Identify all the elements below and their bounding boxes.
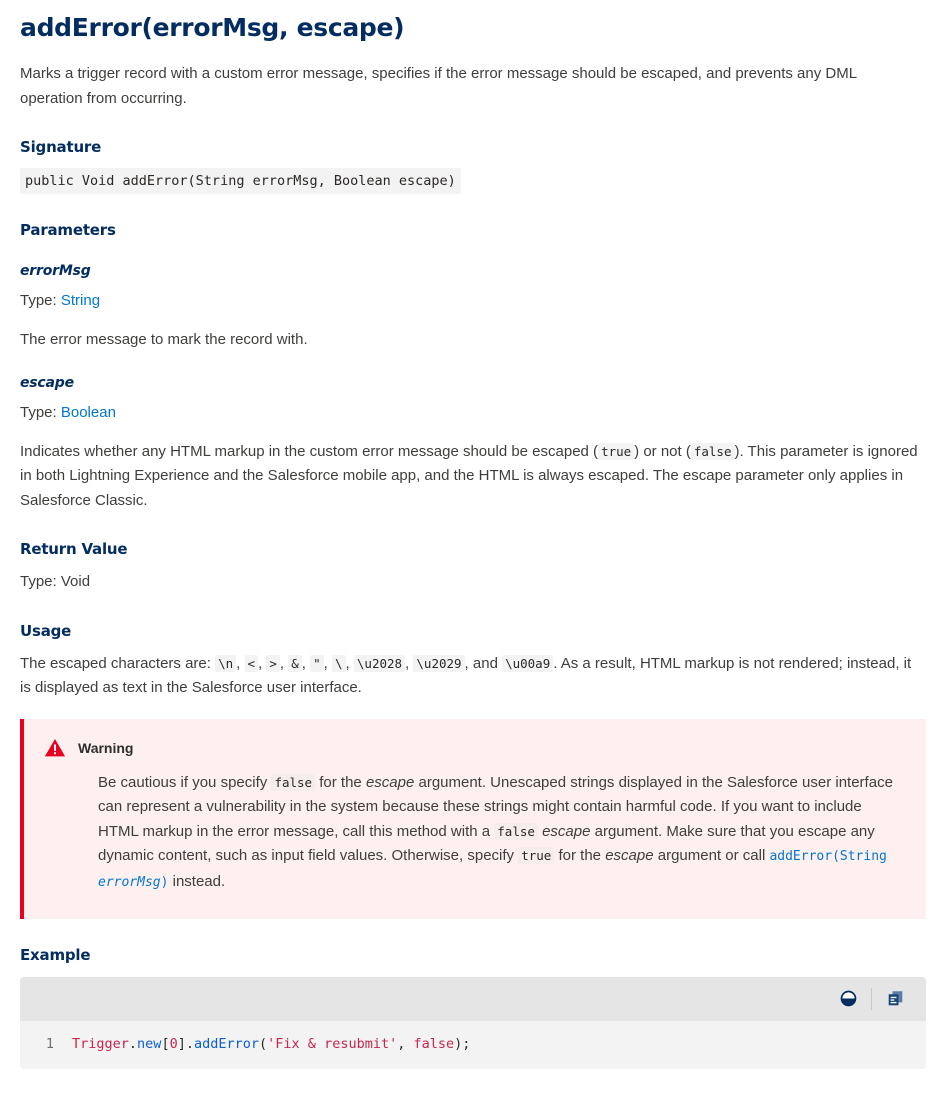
inline-code-escaped-char: \u2029	[413, 654, 465, 672]
list-separator: ,	[236, 654, 245, 672]
usage-paragraph: The escaped characters are: \n, <, >, &,…	[20, 652, 920, 701]
parameter-name-escape: escape	[20, 375, 74, 391]
link-text-a: addError(String	[769, 849, 887, 864]
toolbar-divider	[871, 987, 872, 1010]
parameter-description-errormsg: The error message to mark the record wit…	[20, 330, 308, 348]
code-block-toolbar	[20, 976, 926, 1021]
warning-triangle-icon	[44, 738, 66, 756]
inline-code-escaped-char: &	[288, 654, 302, 672]
desc-text-2: ) or not (	[634, 442, 691, 460]
link-text-b: errorMsg	[98, 874, 161, 890]
page-title: addError(errorMsg, escape)	[20, 13, 405, 42]
inline-code-escaped-char: \	[332, 654, 346, 672]
parameter-errormsg: errorMsg Type: String The error message …	[20, 262, 926, 352]
type-link-string[interactable]: String	[61, 292, 100, 309]
contrast-toggle-button[interactable]	[833, 985, 863, 1013]
warning-callout: Warning Be cautious if you specify false…	[20, 718, 926, 919]
warning-header: Warning	[44, 737, 902, 759]
code-token-prop: new	[137, 1035, 162, 1052]
code-token-punct: ,	[397, 1035, 414, 1052]
emphasis-escape-2: escape	[542, 822, 591, 840]
inline-code-escaped-char: \u2028	[353, 654, 406, 672]
parameter-type-errormsg: Type: String	[20, 289, 920, 314]
warning-label: Warning	[78, 739, 134, 756]
code-token-punct: [	[161, 1035, 170, 1052]
code-line-number: 1	[45, 1035, 54, 1052]
code-token-string: 'Fix & resubmit'	[267, 1035, 398, 1052]
contrast-toggle-icon	[840, 990, 856, 1007]
section-heading-usage: Usage	[20, 621, 72, 640]
list-separator: , and	[464, 654, 503, 672]
code-content-area[interactable]: 1 Trigger.new[0].addError('Fix & resubmit…	[20, 1020, 926, 1069]
section-heading-parameters: Parameters	[20, 221, 116, 239]
emphasis-escape-1: escape	[365, 773, 415, 791]
code-token-method: addError	[194, 1035, 260, 1052]
inline-code-true: true	[598, 442, 635, 460]
inline-code-escaped-char: \n	[215, 654, 237, 672]
example-code-block: 1 Trigger.new[0].addError('Fix & resubmit…	[20, 976, 926, 1069]
copy-icon	[888, 991, 902, 1006]
warning-text-8: instead.	[168, 872, 226, 890]
inline-code-false-1: false	[271, 773, 316, 791]
type-label: Type:	[20, 404, 57, 421]
code-line-content: Trigger.new[0].addError('Fix & resubmit'…	[72, 1033, 470, 1055]
warning-text-2: for the	[315, 773, 366, 791]
desc-text-1: Indicates whether any HTML markup in the…	[20, 442, 599, 460]
list-separator: ,	[345, 654, 354, 672]
section-heading-example: Example	[20, 945, 91, 964]
signature-code: public Void addError(String errorMsg, Bo…	[20, 168, 461, 194]
escaped-character-list: \n, <, >, &, ", \, \u2028, \u2029, and \…	[215, 654, 554, 672]
code-lines: 1 Trigger.new[0].addError('Fix & resubmit…	[20, 1033, 926, 1055]
inline-code-escaped-char: >	[266, 654, 280, 672]
code-token-punct: ]	[177, 1035, 186, 1052]
list-separator: ,	[301, 654, 311, 672]
inline-code-escaped-char: <	[244, 654, 259, 672]
inline-code-true-1: true	[518, 847, 555, 864]
return-value-type: Type: Void	[20, 573, 91, 590]
intro-paragraph: Marks a trigger record with a custom err…	[20, 65, 857, 107]
parameter-escape: escape Type: Boolean Indicates whether a…	[20, 374, 926, 513]
documentation-page: addError(errorMsg, escape) Marks a trigg…	[0, 0, 946, 1069]
copy-code-button[interactable]	[880, 985, 910, 1013]
warning-text-7: argument or call	[653, 847, 770, 864]
code-token-num: 0	[169, 1035, 178, 1052]
code-token-punct: .	[128, 1035, 138, 1052]
code-line: 1 Trigger.new[0].addError('Fix & resubmit…	[20, 1033, 926, 1055]
type-link-boolean[interactable]: Boolean	[61, 404, 116, 421]
inline-code-escaped-char: "	[310, 654, 324, 672]
code-token-punct: (	[259, 1035, 268, 1052]
code-token-bool: false	[413, 1035, 455, 1052]
parameter-description-escape: Indicates whether any HTML markup in the…	[20, 440, 920, 514]
warning-text-1: Be cautious if you specify	[98, 773, 272, 791]
inline-code-escaped-char: \u00a9	[502, 654, 554, 672]
code-token-punct: .	[185, 1035, 194, 1052]
code-token-class: Trigger	[72, 1035, 129, 1052]
section-heading-signature: Signature	[20, 138, 102, 156]
emphasis-escape-3: escape	[605, 847, 654, 864]
inline-code-false: false	[690, 442, 735, 460]
section-heading-return-value: Return Value	[20, 540, 128, 558]
parameter-type-escape: Type: Boolean	[20, 401, 920, 426]
signature-block: public Void addError(String errorMsg, Bo…	[20, 168, 926, 194]
list-separator: ,	[323, 654, 333, 672]
usage-text-start: The escaped characters are:	[20, 654, 211, 672]
warning-text-6: for the	[554, 847, 606, 864]
inline-code-false-2: false	[494, 822, 538, 840]
type-label: Type:	[20, 292, 57, 309]
warning-body: Be cautious if you specify false for the…	[98, 771, 902, 896]
parameter-name-errormsg: errorMsg	[20, 263, 91, 279]
warning-paragraph: Be cautious if you specify false for the…	[98, 771, 902, 896]
list-separator: ,	[279, 654, 289, 672]
code-token-punct: );	[454, 1035, 471, 1052]
